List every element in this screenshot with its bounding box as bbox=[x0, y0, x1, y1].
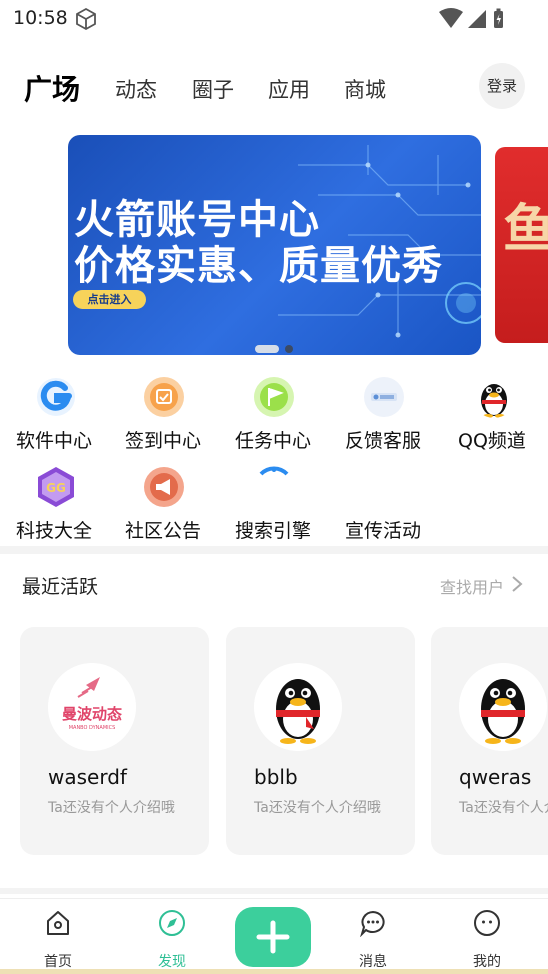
avatar: 曼波动态 MANBO DYNAMICS bbox=[48, 663, 136, 751]
shortcut-qq-channel[interactable]: QQ频道 bbox=[444, 376, 544, 460]
nav-profile[interactable]: 我的 bbox=[447, 899, 527, 974]
package-box-icon bbox=[76, 7, 96, 31]
compass-icon bbox=[159, 910, 185, 936]
user-name: waserdf bbox=[48, 765, 127, 789]
login-button[interactable]: 登录 bbox=[479, 63, 525, 109]
nav-label: 首页 bbox=[44, 954, 72, 970]
nav-home[interactable]: 首页 bbox=[18, 899, 98, 974]
shortcut-label: 软件中心 bbox=[16, 430, 93, 452]
status-time: 10:58 bbox=[13, 7, 68, 29]
task-flag-icon bbox=[254, 377, 294, 417]
shortcut-task[interactable]: 任务中心 bbox=[224, 376, 324, 460]
profile-icon bbox=[474, 910, 500, 936]
qq-penguin-avatar-icon bbox=[459, 663, 547, 751]
user-card[interactable]: qweras Ta还没有个人介绍哦 bbox=[431, 627, 548, 855]
plus-icon bbox=[256, 920, 290, 954]
checkin-icon bbox=[144, 377, 184, 417]
recent-active-title: 最近活跃 bbox=[22, 576, 99, 598]
carousel-dot bbox=[285, 345, 293, 353]
user-bio: Ta还没有个人介绍哦 bbox=[459, 800, 548, 816]
qq-penguin-avatar-icon bbox=[254, 663, 342, 751]
banner-card[interactable]: 火箭账号中心 价格实惠、质量优秀 点击进入 bbox=[68, 135, 481, 355]
search-engine-icon bbox=[259, 466, 289, 476]
software-center-icon bbox=[37, 378, 75, 416]
banner-next-glyph: 鱼 bbox=[503, 200, 548, 260]
shortcut-label: 搜索引擎 bbox=[235, 520, 312, 542]
banner-next-preview[interactable]: 鱼 bbox=[495, 147, 548, 343]
top-tab-bar: 广场 动态 圈子 应用 商城 bbox=[24, 64, 424, 112]
status-indicators-icon bbox=[439, 8, 503, 28]
nav-messages[interactable]: 消息 bbox=[333, 899, 413, 974]
section-divider bbox=[0, 888, 548, 894]
nav-label: 发现 bbox=[158, 954, 186, 970]
banner-subheadline: 价格实惠、质量优秀 bbox=[74, 243, 443, 289]
chevron-right-icon[interactable] bbox=[510, 575, 524, 593]
nav-label: 我的 bbox=[473, 954, 501, 970]
shortcut-software-center[interactable]: 软件中心 bbox=[6, 376, 106, 460]
shortcut-search-engine[interactable]: 搜索引擎 bbox=[224, 466, 324, 550]
section-divider bbox=[0, 546, 548, 554]
avatar-logo-subtext: MANBO DYNAMICS bbox=[69, 725, 116, 731]
shortcut-checkin[interactable]: 签到中心 bbox=[114, 376, 214, 460]
create-post-button[interactable] bbox=[235, 907, 311, 967]
user-card[interactable]: bblb Ta还没有个人介绍哦 bbox=[226, 627, 415, 855]
tab-dynamics[interactable]: 动态 bbox=[115, 74, 157, 104]
user-card[interactable]: 曼波动态 MANBO DYNAMICS waserdf Ta还没有个人介绍哦 bbox=[20, 627, 209, 855]
shortcut-promo[interactable]: 宣传活动 bbox=[334, 466, 434, 550]
shortcut-label: 科技大全 bbox=[16, 520, 93, 542]
avatar-logo-text: 曼波动态 bbox=[62, 705, 122, 723]
shortcut-label: 反馈客服 bbox=[345, 430, 422, 452]
carousel-indicator bbox=[255, 345, 295, 355]
gg-tech-icon: GG bbox=[38, 467, 74, 507]
avatar bbox=[254, 663, 342, 751]
shortcut-label: 宣传活动 bbox=[345, 520, 422, 542]
tab-circles[interactable]: 圈子 bbox=[192, 74, 234, 104]
tab-apps[interactable]: 应用 bbox=[268, 74, 310, 104]
tab-square[interactable]: 广场 bbox=[24, 68, 80, 108]
shortcut-feedback[interactable]: 反馈客服 bbox=[334, 376, 434, 460]
nav-label: 消息 bbox=[359, 954, 387, 970]
find-user-link[interactable]: 查找用户 bbox=[440, 574, 504, 598]
shortcut-tech[interactable]: GG 科技大全 bbox=[6, 466, 106, 550]
shortcut-label: 签到中心 bbox=[125, 430, 202, 452]
bottom-edge-strip bbox=[0, 969, 548, 974]
qq-penguin-icon bbox=[481, 384, 507, 418]
banner-cta-button[interactable]: 点击进入 bbox=[73, 290, 146, 309]
user-name: bblb bbox=[254, 765, 298, 789]
status-bar: 10:58 bbox=[0, 0, 548, 38]
message-icon bbox=[360, 910, 385, 937]
megaphone-icon bbox=[144, 467, 184, 507]
avatar bbox=[459, 663, 547, 751]
user-bio: Ta还没有个人介绍哦 bbox=[48, 800, 175, 816]
shortcut-label: 任务中心 bbox=[235, 430, 312, 452]
home-icon bbox=[47, 911, 69, 935]
feedback-icon bbox=[364, 377, 404, 417]
svg-text:GG: GG bbox=[46, 481, 66, 495]
user-bio: Ta还没有个人介绍哦 bbox=[254, 800, 381, 816]
shortcut-label: 社区公告 bbox=[125, 520, 202, 542]
tab-mall[interactable]: 商城 bbox=[344, 74, 386, 104]
shortcut-label: QQ频道 bbox=[458, 430, 526, 452]
promo-icon bbox=[363, 466, 405, 508]
user-name: qweras bbox=[459, 765, 532, 789]
carousel-dot-active bbox=[255, 345, 279, 353]
shortcut-announcement[interactable]: 社区公告 bbox=[114, 466, 214, 550]
nav-discover[interactable]: 发现 bbox=[132, 899, 212, 974]
manbo-logo-icon: 曼波动态 MANBO DYNAMICS bbox=[48, 663, 136, 751]
